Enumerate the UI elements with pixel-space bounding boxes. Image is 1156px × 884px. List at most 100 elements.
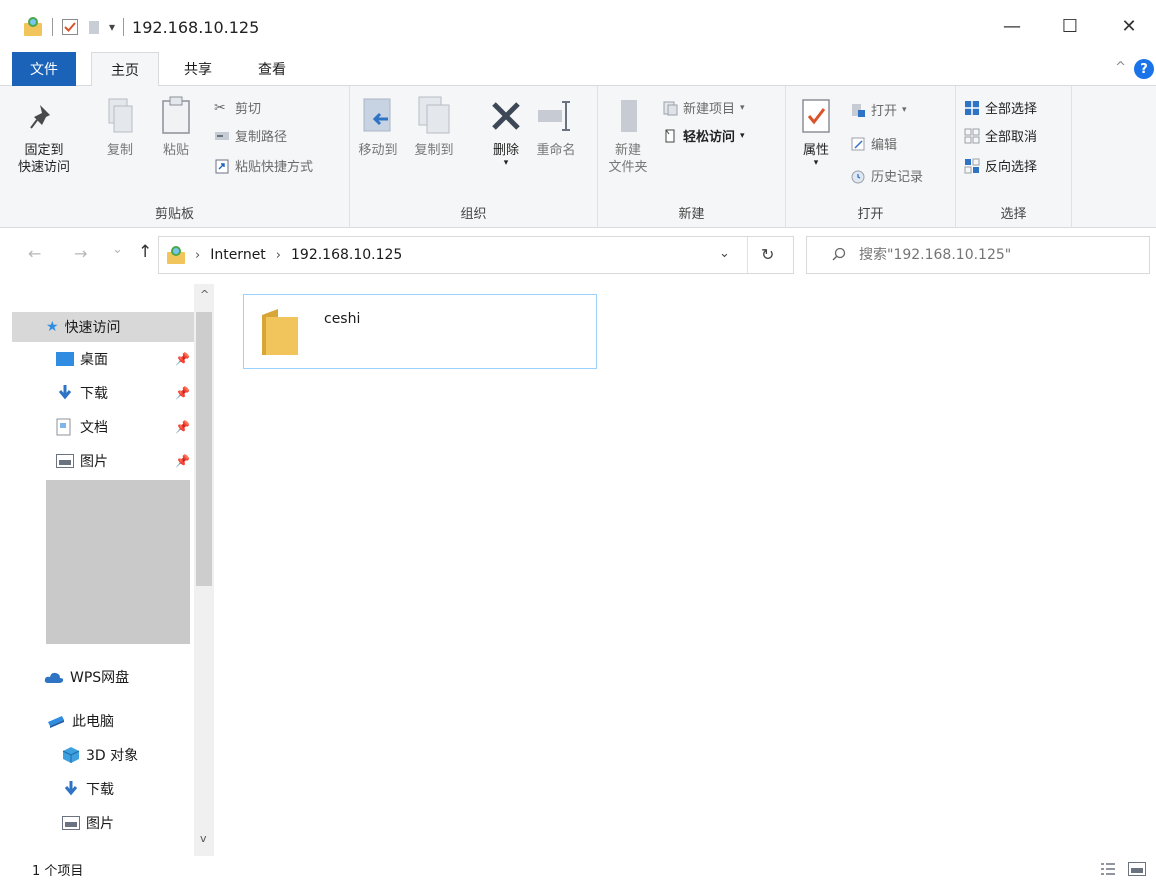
pin-icon[interactable]: 📌 — [175, 386, 190, 400]
sidebar-item-documents[interactable]: 文档 📌 — [56, 412, 190, 442]
history-button[interactable]: 历史记录 — [850, 166, 923, 185]
breadcrumb-separator[interactable]: › — [195, 248, 200, 263]
sidebar-item-3d-objects[interactable]: 3D 对象 — [62, 740, 192, 770]
copy-to-button[interactable]: 复制到 — [414, 94, 454, 159]
open-dropdown-icon[interactable]: ▾ — [902, 105, 907, 115]
sidebar-item-desktop[interactable]: 桌面 📌 — [56, 344, 190, 374]
copy-button[interactable]: 复制 — [100, 94, 140, 159]
new-item-button[interactable]: 新建项目 ▾ — [662, 98, 745, 117]
address-dropdown-icon[interactable]: ⌄ — [719, 246, 730, 261]
edit-button[interactable]: 编辑 — [850, 134, 897, 153]
select-all-button[interactable]: 全部选择 — [964, 98, 1037, 117]
edit-label: 编辑 — [871, 138, 898, 153]
sidebar-item-pictures[interactable]: 图片 📌 — [56, 446, 190, 476]
recent-locations-button[interactable]: ⌄ — [112, 242, 123, 257]
rename-label: 重命名 — [536, 143, 576, 158]
pin-icon[interactable]: 📌 — [175, 454, 190, 468]
open-button[interactable]: 打开 ▾ — [850, 100, 907, 119]
tab-view[interactable]: 查看 — [240, 52, 304, 86]
pin-label-line2: 快速访问 — [18, 160, 71, 175]
properties-dropdown-icon[interactable]: ▾ — [814, 159, 819, 168]
network-folder-icon[interactable] — [22, 16, 44, 38]
sidebar-item-quick-access[interactable]: ★ 快速访问 — [12, 312, 194, 342]
customize-dropdown-icon[interactable]: ▾ — [109, 20, 115, 34]
pin-icon[interactable]: 📌 — [175, 352, 190, 366]
refresh-icon[interactable]: ↻ — [761, 245, 774, 264]
details-view-icon[interactable] — [1100, 862, 1116, 876]
new-folder-large-icon — [621, 100, 637, 132]
rename-button[interactable]: 重命名 — [536, 94, 576, 159]
move-to-button[interactable]: 移动到 — [358, 94, 398, 159]
pin-icon[interactable]: 📌 — [175, 420, 190, 434]
select-all-icon — [965, 100, 979, 115]
search-box[interactable] — [806, 236, 1150, 274]
scroll-up-arrow[interactable]: ^ — [200, 288, 209, 301]
new-item-dropdown-icon[interactable]: ▾ — [740, 103, 745, 113]
new-item-icon — [663, 101, 678, 115]
select-none-button[interactable]: 全部取消 — [964, 126, 1037, 145]
invert-selection-button[interactable]: 反向选择 — [964, 156, 1037, 175]
large-icons-view-icon[interactable] — [1128, 862, 1146, 876]
collapse-ribbon-icon[interactable]: ^ — [1115, 60, 1126, 75]
edit-icon — [851, 137, 865, 150]
sidebar-item-downloads[interactable]: 下载 📌 — [56, 378, 190, 408]
cut-button[interactable]: ✂ 剪切 — [214, 98, 262, 118]
3d-objects-icon — [62, 747, 80, 763]
sidebar-item-downloads-pc[interactable]: 下载 — [62, 774, 192, 804]
properties-icon — [802, 99, 830, 133]
redacted-region — [46, 480, 190, 644]
pin-to-quick-access-button[interactable]: 固定到 快速访问 — [18, 94, 70, 176]
cut-label: 剪切 — [235, 102, 262, 117]
folder-item[interactable]: ceshi — [243, 294, 597, 369]
easy-access-dropdown-icon[interactable]: ▾ — [740, 131, 745, 141]
star-icon: ★ — [46, 319, 59, 335]
copy-path-button[interactable]: 复制路径 — [214, 126, 287, 145]
open-icon — [852, 103, 865, 117]
address-bar[interactable]: › Internet › 192.168.10.125 ⌄ ↻ — [158, 236, 794, 274]
tab-home[interactable]: 主页 — [91, 52, 159, 87]
delete-label: 删除 — [492, 143, 519, 158]
paste-button[interactable]: 粘贴 — [156, 94, 196, 159]
copy-path-icon — [215, 131, 229, 140]
sidebar-item-this-pc[interactable]: 此电脑 — [46, 706, 192, 736]
new-folder-label-line1: 新建 — [614, 143, 641, 158]
new-folder-button[interactable]: 新建 文件夹 — [608, 94, 648, 176]
delete-dropdown-icon[interactable]: ▾ — [504, 159, 509, 168]
breadcrumb-current[interactable]: 192.168.10.125 — [291, 247, 402, 263]
sidebar-item-wps-drive[interactable]: WPS网盘 — [44, 662, 190, 692]
new-group-label: 新建 — [678, 207, 705, 222]
sidebar-item-label: 图片 — [80, 454, 108, 470]
help-icon[interactable]: ? — [1134, 59, 1154, 79]
history-label: 历史记录 — [871, 170, 924, 185]
new-folder-icon[interactable] — [87, 18, 101, 36]
scroll-down-arrow[interactable]: v — [200, 832, 207, 845]
sidebar-item-label: 文档 — [80, 420, 108, 436]
breadcrumb-internet[interactable]: Internet — [210, 247, 266, 263]
minimize-button[interactable]: — — [986, 0, 1038, 52]
tab-share[interactable]: 共享 — [168, 52, 228, 86]
sidebar-scrollbar-thumb[interactable] — [196, 312, 212, 586]
download-icon — [64, 781, 78, 796]
close-button[interactable]: ✕ — [1102, 0, 1156, 52]
maximize-button[interactable]: ☐ — [1038, 0, 1102, 52]
easy-access-button[interactable]: 轻松访问 ▾ — [662, 126, 745, 145]
back-button[interactable]: ← — [28, 244, 41, 263]
properties-button[interactable]: 属性 ▾ — [796, 94, 836, 168]
tab-file[interactable]: 文件 — [12, 52, 76, 86]
search-input[interactable] — [859, 247, 1139, 263]
up-button[interactable]: ↑ — [138, 242, 152, 262]
navigation-bar: ← → ⌄ ↑ › Internet › 192.168.10.125 ⌄ ↻ — [0, 228, 1156, 282]
sidebar-item-pictures-pc[interactable]: 图片 — [62, 808, 192, 838]
pictures-icon — [62, 816, 80, 830]
title-bar: ▾ 192.168.10.125 — ☐ ✕ — [0, 0, 1156, 52]
easy-access-icon — [665, 129, 675, 142]
properties-check-icon[interactable] — [61, 18, 79, 36]
copy-path-label: 复制路径 — [235, 130, 288, 145]
breadcrumb-separator[interactable]: › — [276, 248, 281, 263]
open-group-label: 打开 — [857, 207, 884, 222]
paste-shortcut-button[interactable]: 粘贴快捷方式 — [214, 156, 313, 175]
navigation-pane: ★ 快速访问 桌面 📌 下载 📌 文档 📌 图片 📌 WPS网盘 此电脑 3D … — [0, 282, 214, 854]
forward-button[interactable]: → — [74, 244, 87, 263]
delete-button[interactable]: 删除 ▾ — [486, 94, 526, 168]
select-all-label: 全部选择 — [985, 102, 1038, 117]
